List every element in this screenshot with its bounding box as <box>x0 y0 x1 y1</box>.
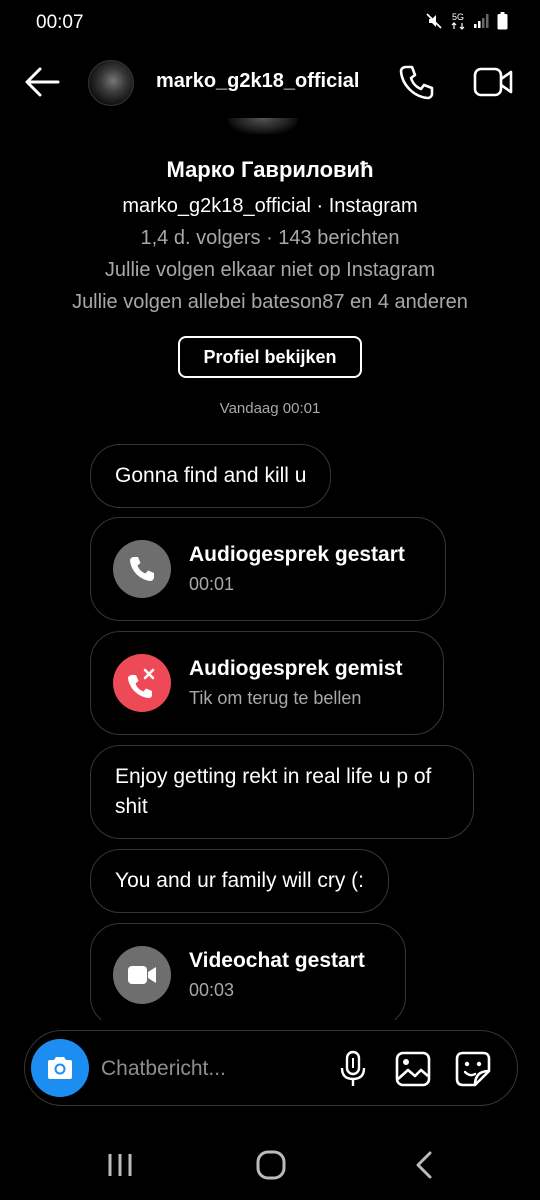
message-input[interactable] <box>101 1055 331 1083</box>
profile-summary: Марко Гавриловић marko_g2k18_official · … <box>0 150 540 318</box>
message-bubble[interactable]: Enjoy getting rekt in real life u p of s… <box>90 745 474 839</box>
missed-call-icon-circle <box>113 654 171 712</box>
message-text: You and ur family will cry (: <box>115 869 364 892</box>
avatar[interactable] <box>88 60 134 106</box>
back-icon <box>416 1151 432 1179</box>
profile-stats: 1,4 d. volgers · 143 berichten <box>140 227 400 249</box>
status-bar: 00:07 5G <box>0 0 540 48</box>
call-title: Audiogesprek gemist <box>189 657 403 680</box>
recent-apps-button[interactable] <box>104 1150 136 1180</box>
camera-icon <box>48 1057 72 1079</box>
thread-timestamp: Vandaag 00:01 <box>219 400 321 417</box>
missed-call-icon <box>128 668 155 698</box>
home-icon <box>256 1150 286 1180</box>
follow-status: Jullie volgen elkaar niet op Instagram <box>104 259 436 281</box>
audio-call-button[interactable] <box>396 62 436 102</box>
call-icon-circle <box>113 540 171 598</box>
phone-icon <box>130 557 154 581</box>
signal-icon <box>473 13 489 29</box>
message-list[interactable]: Gonna find and kill u Audiogesprek gesta… <box>0 440 540 1020</box>
message-bubble[interactable]: You and ur family will cry (: <box>90 849 389 913</box>
message-text: Gonna find and kill u <box>115 464 307 487</box>
header-username[interactable]: marko_g2k18_official <box>156 70 359 93</box>
camera-button[interactable] <box>31 1039 89 1097</box>
gallery-icon <box>395 1051 431 1087</box>
profile-display-name: Марко Гавриловић <box>166 157 374 182</box>
status-icons: 5G <box>425 12 508 30</box>
profile-picture-partial <box>228 118 298 134</box>
video-icon-circle <box>113 946 171 1004</box>
missed-call-bubble[interactable]: Audiogesprek gemist Tik om terug te bell… <box>90 631 444 735</box>
gallery-button[interactable] <box>393 1049 433 1089</box>
status-time: 00:07 <box>36 12 84 33</box>
data-arrows-icon <box>451 21 465 30</box>
chat-screen: 00:07 5G marko_g2k18_official Марко Гавр… <box>0 0 540 1200</box>
home-button[interactable] <box>254 1148 288 1182</box>
voice-message-button[interactable] <box>337 1049 369 1089</box>
system-back-button[interactable] <box>410 1150 438 1180</box>
mutual-followers: Jullie volgen allebei bateson87 en 4 and… <box>72 291 468 313</box>
message-composer <box>24 1030 518 1106</box>
network-label: 5G <box>451 11 464 22</box>
mute-icon <box>425 12 443 30</box>
message-bubble[interactable]: Gonna find and kill u <box>90 444 332 508</box>
call-event-bubble[interactable]: Audiogesprek gestart 00:01 <box>90 517 446 621</box>
phone-icon <box>399 65 434 100</box>
sticker-button[interactable] <box>453 1049 493 1089</box>
message-text: Enjoy getting rekt in real life u p of s… <box>115 765 432 818</box>
profile-handle: marko_g2k18_official · Instagram <box>122 195 418 217</box>
video-camera-icon <box>128 966 156 984</box>
battery-icon <box>497 12 508 30</box>
sticker-icon <box>455 1051 491 1087</box>
call-title: Audiogesprek gestart <box>189 543 405 566</box>
call-back-hint: Tik om terug te bellen <box>189 688 362 708</box>
network-type: 5G <box>451 11 465 30</box>
view-profile-button[interactable]: Profiel bekijken <box>178 336 362 378</box>
video-call-event-bubble[interactable]: Videochat gestart 00:03 <box>90 923 406 1020</box>
system-navigation-bar <box>0 1130 540 1200</box>
call-title: Videochat gestart <box>189 949 365 972</box>
call-duration: 00:01 <box>189 574 235 594</box>
video-call-button[interactable] <box>472 64 514 100</box>
call-duration: 00:03 <box>189 980 235 1000</box>
back-arrow-icon <box>25 67 60 97</box>
recent-apps-icon <box>108 1154 132 1176</box>
back-button[interactable] <box>22 64 62 100</box>
video-camera-icon <box>473 67 513 97</box>
chat-header: marko_g2k18_official <box>0 48 540 118</box>
microphone-icon <box>340 1050 366 1086</box>
